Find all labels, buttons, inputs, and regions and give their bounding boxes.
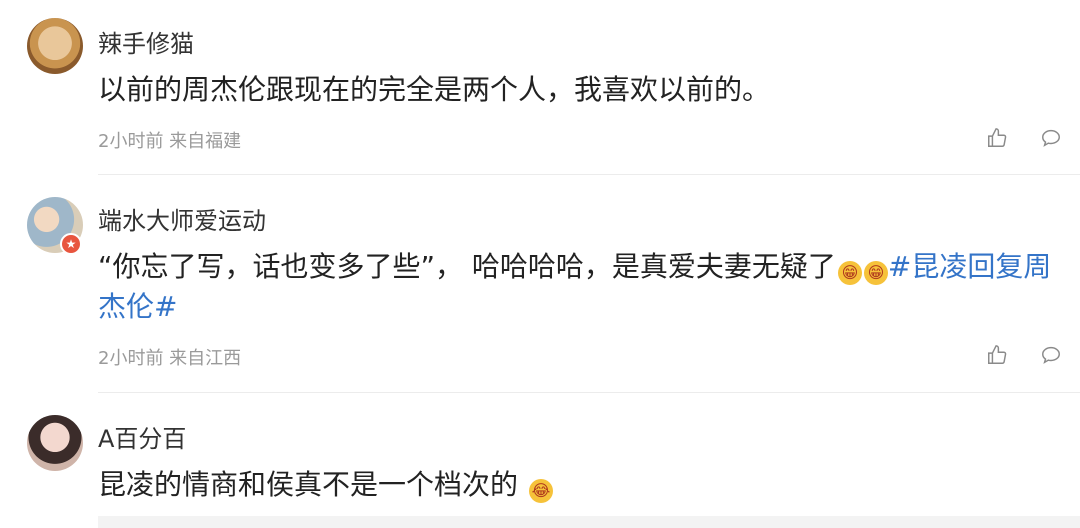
speech-bubble-icon <box>1042 346 1060 364</box>
comment-text: 以前的周杰伦跟现在的完全是两个人，我喜欢以前的。 <box>98 73 771 106</box>
like-button[interactable] <box>984 342 1010 368</box>
comment-item: 辣手修猫 以前的周杰伦跟现在的完全是两个人，我喜欢以前的。 2小时前 来自福建 <box>0 0 1080 175</box>
comment-text: 昆凌的情商和侯真不是一个档次的 😂 <box>98 465 1073 505</box>
comment-body: 昆凌的情商和侯真不是一个档次的 <box>98 468 519 501</box>
comment-body: “你忘了写，话也变多了些”， 哈哈哈哈，是真爱夫妻无疑了 <box>98 250 836 283</box>
comment-meta: 2小时前 来自福建 <box>98 131 242 152</box>
reply-button[interactable] <box>1038 125 1064 151</box>
thumbs-up-icon <box>988 345 1007 364</box>
comment-text: “你忘了写，话也变多了些”， 哈哈哈哈，是真爱夫妻无疑了 😁 😁 #昆凌回复周 杰伦# <box>98 247 1073 327</box>
laugh-tears-emoji: 😂 <box>528 479 553 503</box>
topic-link[interactable]: 杰伦# <box>98 290 177 323</box>
username[interactable]: 辣手修猫 <box>98 24 194 59</box>
like-button[interactable] <box>984 125 1010 151</box>
comment-meta: 2小时前 来自江西 <box>98 348 242 369</box>
grin-emoji: 😁 <box>863 261 888 285</box>
comment-item: ★ 端水大师爱运动 “你忘了写，话也变多了些”， 哈哈哈哈，是真爱夫妻无疑了 😁 😁… <box>0 175 1080 393</box>
comment-item: A百分百 昆凌的情商和侯真不是一个档次的 😂 <box>0 393 1080 528</box>
reply-button[interactable] <box>1038 342 1064 368</box>
username[interactable]: A百分百 <box>98 419 186 454</box>
grin-emoji: 😁 <box>837 261 862 285</box>
thumbs-up-icon <box>988 128 1007 147</box>
username[interactable]: 端水大师爱运动 <box>98 201 266 236</box>
verified-badge-icon: ★ <box>60 233 82 255</box>
topic-link[interactable]: #昆凌回复周 <box>888 250 1051 283</box>
reply-preview-box <box>98 516 1080 528</box>
speech-bubble-icon <box>1042 129 1060 147</box>
avatar[interactable] <box>27 18 83 74</box>
avatar[interactable] <box>27 415 83 471</box>
